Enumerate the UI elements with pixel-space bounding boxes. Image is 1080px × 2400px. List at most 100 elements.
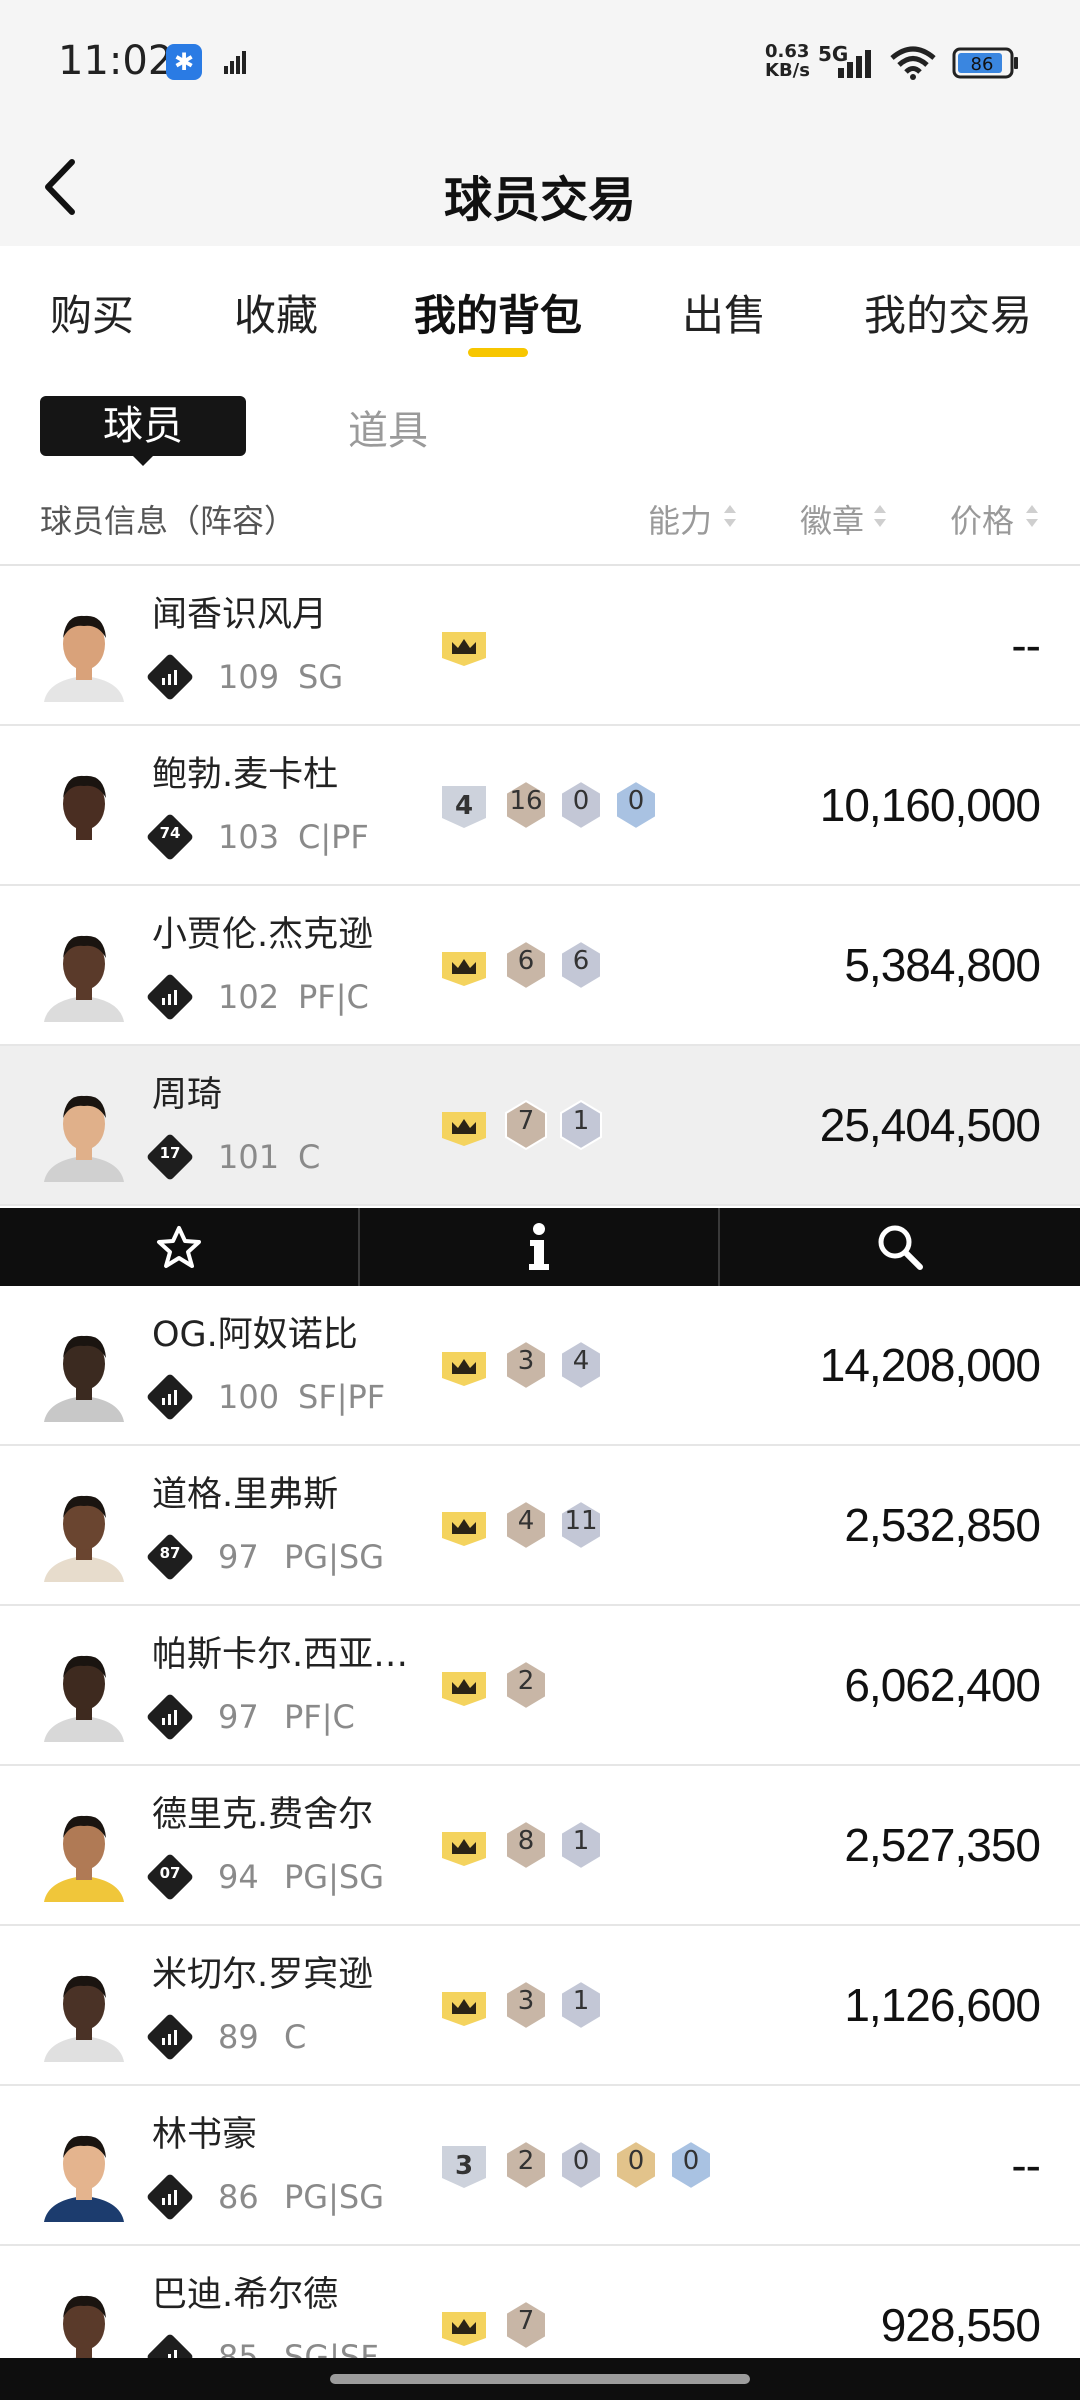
player-row[interactable]: 闻香识风月 109 SG -- [0, 566, 1080, 726]
player-price: 2,527,350 [844, 1819, 1041, 1871]
subtab-players[interactable]: 球员 [40, 396, 246, 456]
tab-favorites[interactable]: 收藏 [234, 282, 318, 343]
cell-signal-icon [838, 50, 871, 78]
sort-badge[interactable]: 徽章 [800, 496, 864, 542]
player-rating: 94 [218, 1858, 259, 1896]
tier-bars-icon [162, 990, 177, 1005]
badge-count: 7 [517, 2306, 535, 2336]
sort-arrows-icon [1026, 505, 1038, 527]
battery-icon: 86 [952, 47, 1018, 79]
player-avatar [44, 1655, 124, 1742]
player-price: 14,208,000 [819, 1339, 1041, 1391]
player-avatar [44, 1815, 124, 1902]
player-price: 6,062,400 [844, 1659, 1041, 1711]
header: 球员交易 [0, 128, 1080, 246]
player-rating: 100 [218, 1378, 280, 1416]
player-price: 1,126,600 [844, 1979, 1041, 2031]
info-button[interactable] [360, 1208, 718, 1286]
navigation-bar [0, 2358, 1080, 2400]
player-rating: 86 [218, 2178, 259, 2216]
badge-count: 0 [572, 2146, 590, 2176]
badge-count: 3 [517, 1986, 535, 2016]
page-title: 球员交易 [443, 172, 636, 228]
player-position: C|PF [298, 818, 369, 856]
subtab-items[interactable]: 道具 [348, 398, 428, 456]
player-position: C [298, 1138, 321, 1176]
player-row[interactable]: 周琦 17 101 C 7 1 25,404,500 [0, 1046, 1080, 1206]
favorite-button[interactable] [0, 1208, 358, 1286]
player-name: OG.阿奴诺比 [152, 1315, 358, 1355]
tab-my-bag[interactable]: 我的背包 [414, 282, 582, 343]
tier-bars-icon [162, 1710, 177, 1725]
tab-my-trades[interactable]: 我的交易 [864, 282, 1032, 343]
active-tab-indicator [468, 348, 528, 357]
home-indicator[interactable] [330, 2374, 750, 2384]
player-rating: 97 [218, 1538, 259, 1576]
player-name: 德里克.费舍尔 [152, 1795, 374, 1835]
badge-count: 1 [572, 1106, 590, 1136]
level-badge-icon: 3 [442, 2146, 486, 2188]
player-row[interactable]: 小贾伦.杰克逊 102 PF|C 6 6 5,384,800 [0, 886, 1080, 1046]
rank-number: 07 [159, 1864, 181, 1882]
player-name: 闻香识风月 [152, 595, 328, 635]
player-rating: 102 [218, 978, 280, 1016]
sub-tabs: 球员 道具 [0, 366, 1080, 476]
player-price: 25,404,500 [819, 1099, 1041, 1151]
player-position: C [284, 2018, 307, 2056]
player-price: -- [1011, 2139, 1041, 2191]
badge-count: 7 [517, 1106, 535, 1136]
player-row[interactable]: 林书豪 86 PG|SG 3 2 0 0 0 -- [0, 2086, 1080, 2246]
badge-count: 4 [572, 1346, 590, 1376]
sort-price[interactable]: 价格 [950, 496, 1014, 542]
svg-text:4: 4 [455, 791, 473, 821]
row-action-bar [0, 1208, 1080, 1286]
badge-count: 0 [627, 2146, 645, 2176]
player-row[interactable]: 道格.里弗斯 87 97 PG|SG 4 11 2,532,850 [0, 1446, 1080, 1606]
player-row[interactable]: OG.阿奴诺比 100 SF|PF 3 4 14,208,000 [0, 1286, 1080, 1446]
player-avatar [44, 2135, 124, 2222]
player-rating: 89 [218, 2018, 259, 2056]
player-avatar [44, 615, 124, 702]
crown-badge-icon [442, 1352, 486, 1386]
svg-text:3: 3 [455, 2151, 473, 2181]
tab-buy[interactable]: 购买 [50, 282, 134, 343]
player-row[interactable]: 鲍勃.麦卡杜 74 103 C|PF 4 16 0 0 10,160,000 [0, 726, 1080, 886]
tier-bars-icon [162, 2190, 177, 2205]
badge-count: 0 [627, 786, 645, 816]
tier-bars-icon [162, 670, 177, 685]
player-position: PF|C [298, 978, 369, 1016]
player-avatar [44, 1975, 124, 2062]
player-row[interactable]: 米切尔.罗宾逊 89 C 3 1 1,126,600 [0, 1926, 1080, 2086]
badge-count: 3 [517, 1346, 535, 1376]
main-tabs: 购买 收藏 我的背包 出售 我的交易 [0, 246, 1080, 366]
player-rating: 101 [218, 1138, 280, 1176]
player-avatar [44, 1095, 124, 1182]
app-notification-icon: ✱ [166, 44, 202, 80]
column-player-info: 球员信息（阵容） [40, 502, 297, 540]
badge-count: 6 [572, 946, 590, 976]
player-price: 2,532,850 [844, 1499, 1041, 1551]
badge-count: 2 [517, 1666, 535, 1696]
player-position: PF|C [284, 1698, 355, 1736]
column-header: 球员信息（阵容） 能力 徽章 价格 [0, 476, 1080, 566]
player-avatar [44, 1495, 124, 1582]
info-icon [529, 1223, 549, 1270]
tier-bars-icon [162, 2030, 177, 2045]
player-position: SF|PF [298, 1378, 386, 1416]
player-price: -- [1011, 619, 1041, 671]
player-position: PG|SG [284, 1538, 384, 1576]
star-icon [157, 1226, 201, 1268]
crown-badge-icon [442, 1672, 486, 1706]
badge-count: 11 [564, 1506, 598, 1536]
player-row[interactable]: 帕斯卡尔.西亚卡姆 97 PF|C 2 6,062,400 [0, 1606, 1080, 1766]
search-button[interactable] [720, 1208, 1078, 1286]
player-row[interactable]: 德里克.费舍尔 07 94 PG|SG 8 1 2,527,350 [0, 1766, 1080, 1926]
tier-bars-icon [162, 1390, 177, 1405]
player-position: PG|SG [284, 2178, 384, 2216]
crown-badge-icon [442, 632, 486, 666]
badge-count: 0 [572, 786, 590, 816]
sort-ability[interactable]: 能力 [648, 496, 712, 542]
subtab-pointer [131, 454, 155, 466]
tab-sell[interactable]: 出售 [682, 282, 766, 343]
crown-badge-icon [442, 1992, 486, 2026]
